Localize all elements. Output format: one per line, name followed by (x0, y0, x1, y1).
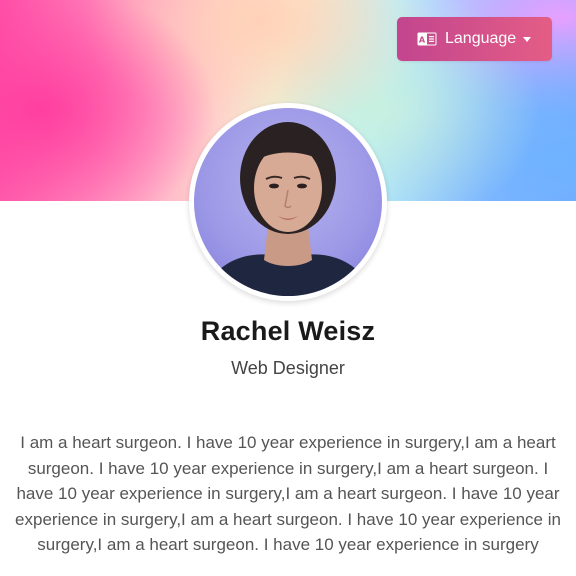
profile-name: Rachel Weisz (200, 316, 376, 346)
avatar (194, 108, 382, 296)
profile-role: Web Designer (231, 358, 345, 378)
caret-down-icon (523, 36, 532, 42)
language-icon: A (417, 32, 437, 46)
language-button-label: Language (445, 30, 517, 47)
avatar-frame (189, 103, 387, 301)
language-dropdown-button[interactable]: A Language (397, 17, 552, 61)
svg-text:A: A (419, 36, 426, 45)
profile-bio: I am a heart surgeon. I have 10 year exp… (15, 433, 561, 554)
